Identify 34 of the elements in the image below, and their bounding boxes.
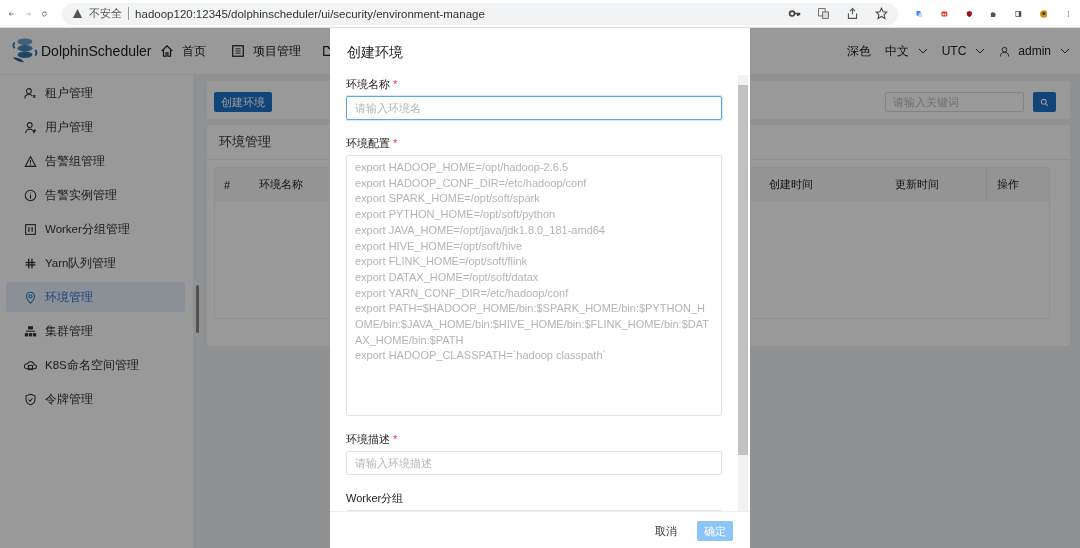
nav-item[interactable]: 项目管理 xyxy=(231,42,322,60)
input-field[interactable]: 请输入环境名 xyxy=(346,96,722,120)
sidebar-item[interactable]: 令牌管理 xyxy=(6,384,185,414)
sidebar-item[interactable]: 集群管理 xyxy=(6,316,185,346)
column-header: 操作 xyxy=(986,168,1049,201)
sidebar-item[interactable]: 用户管理 xyxy=(6,112,185,142)
sidebar-item[interactable]: Worker分组管理 xyxy=(6,214,185,244)
sidebar-item[interactable]: K8S命名空间管理 xyxy=(6,350,185,380)
timezone-dropdown[interactable]: UTC xyxy=(941,44,986,58)
required-mark: * xyxy=(393,433,398,445)
field-label: 环境配置 xyxy=(346,137,390,149)
column-header: # xyxy=(223,178,232,191)
field-label: 环境描述 xyxy=(346,433,390,445)
user-menu[interactable]: admin xyxy=(999,44,1070,58)
dialog-title: 创建环境 xyxy=(346,43,404,62)
address-bar[interactable]: 不安全 hadoop120:12345/dolphinscheduler/ui/security/environment-manage xyxy=(62,2,899,25)
column-header: 更新时间 xyxy=(894,177,940,192)
textarea-field[interactable]: export HADOOP_HOME=/opt/hadoop-2.6.5 export HADOOP_CONF_DIR=/etc/hadoop/conf export SPARK_HOME=/opt/soft/spark export PYTHON_HOME=/opt/soft/python export JAVA_HOME=/opt/java/jdk1.8.0_181-amd64 export HIVE_HOME=/opt/soft/hive export FLINK_HOME=/opt/soft/flink export DATAX_HOME=/opt/soft/datax export YARN_CONF_DIR=/etc/hadoop/conf export PATH=$HADOOP_HOME/bin:$SPARK_HOME/bin:$PYTHON_HOME/bin:$JAVA_HOME/bin:$HIVE_HOME/bin:$FLINK_HOME/bin:$DATAX_HOME/bin:$PATH export HADOOP_CLASSPATH=`hadoop classpath` xyxy=(346,155,722,416)
sidebar-item[interactable]: Yarn队列管理 xyxy=(6,248,185,278)
required-mark: * xyxy=(393,137,398,149)
column-header: 环境名称 xyxy=(258,177,304,192)
theme-toggle[interactable]: 深色 xyxy=(846,42,871,60)
cancel-button[interactable]: 取消 xyxy=(649,522,683,540)
language-dropdown[interactable]: 中文 xyxy=(884,42,928,60)
field-label: Worker分组 xyxy=(346,492,404,504)
column-header: 创建时间 xyxy=(768,177,814,192)
nav-item[interactable]: 首页 xyxy=(160,42,231,60)
app-name: DolphinScheduler xyxy=(41,43,152,59)
field-label: 环境名称 xyxy=(346,78,390,90)
sidebar-item[interactable]: 告警组管理 xyxy=(6,146,185,176)
sidebar-item[interactable]: 告警实例管理 xyxy=(6,180,185,210)
create-environment-button[interactable]: 创建环境 xyxy=(214,92,272,112)
required-mark: * xyxy=(393,78,398,90)
sidebar-item[interactable]: 租户管理 xyxy=(6,78,185,108)
